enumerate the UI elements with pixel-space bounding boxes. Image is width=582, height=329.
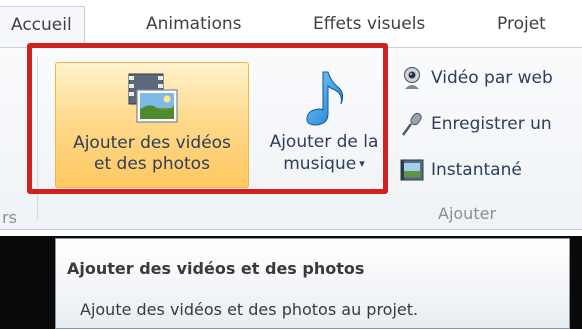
tab-effets-visuels[interactable]: Effets visuels xyxy=(313,14,425,34)
highlight-box xyxy=(27,43,388,194)
tooltip: Ajouter des vidéos et des photos Ajoute … xyxy=(55,238,570,329)
tooltip-description: Ajoute des vidéos et des photos au proje… xyxy=(80,300,419,319)
ribbon-tab-strip: Accueil Animations Effets visuels Projet xyxy=(0,0,582,48)
webcam-icon xyxy=(400,66,424,90)
webcam-video-button[interactable]: Vidéo par web xyxy=(400,64,553,92)
record-narration-button[interactable]: Enregistrer un xyxy=(400,110,552,138)
tab-accueil[interactable]: Accueil xyxy=(0,6,85,48)
snapshot-icon xyxy=(400,158,424,182)
tab-animations[interactable]: Animations xyxy=(146,14,242,34)
ajouter-group-label: Ajouter xyxy=(438,204,497,223)
snapshot-button[interactable]: Instantané xyxy=(400,156,522,184)
tooltip-title: Ajouter des vidéos et des photos xyxy=(67,259,365,278)
microphone-icon xyxy=(400,112,424,136)
previous-group-label: rs xyxy=(2,208,17,227)
tab-projet[interactable]: Projet xyxy=(497,14,546,34)
